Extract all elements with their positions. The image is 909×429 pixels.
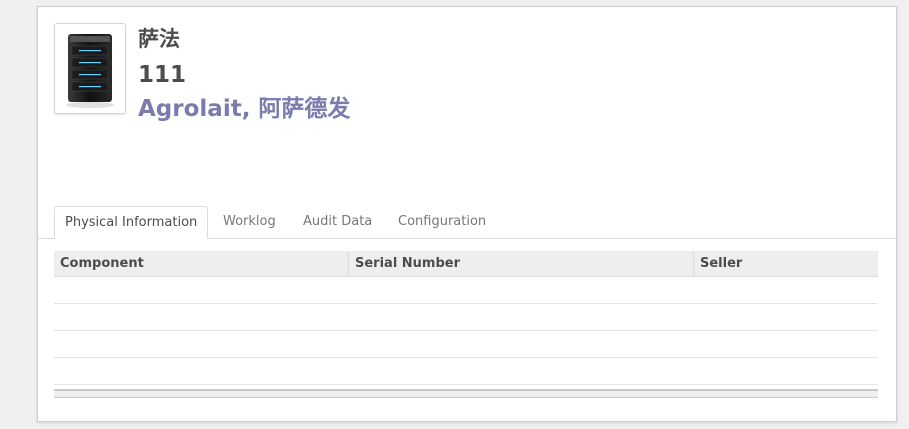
table-row[interactable] — [54, 331, 878, 358]
components-table: Component Serial Number Seller — [54, 251, 878, 398]
record-code[interactable]: 111 — [138, 59, 350, 91]
column-header-serial-number[interactable]: Serial Number — [348, 251, 693, 276]
partner-link[interactable]: Agrolait, 阿萨德发 — [138, 92, 350, 126]
record-title: 萨法 111 Agrolait, 阿萨德发 — [138, 23, 350, 126]
server-tower-icon — [66, 34, 114, 108]
table-row[interactable] — [54, 304, 878, 331]
table-row[interactable] — [54, 277, 878, 304]
table-row[interactable] — [54, 358, 878, 385]
product-image[interactable] — [54, 23, 126, 114]
tab-physical-information[interactable]: Physical Information — [54, 206, 209, 239]
form-sheet: 萨法 111 Agrolait, 阿萨德发 Physical Informati… — [37, 6, 897, 422]
tab-worklog[interactable]: Worklog — [213, 206, 286, 238]
column-header-seller[interactable]: Seller — [693, 251, 878, 276]
tab-configuration[interactable]: Configuration — [388, 206, 496, 238]
table-header: Component Serial Number Seller — [54, 251, 878, 277]
column-header-component[interactable]: Component — [54, 251, 348, 276]
record-name[interactable]: 萨法 — [138, 23, 350, 55]
tab-audit-data[interactable]: Audit Data — [293, 206, 382, 238]
table-footer — [54, 389, 878, 398]
notebook-tabs: Physical Information Worklog Audit Data … — [38, 206, 896, 239]
